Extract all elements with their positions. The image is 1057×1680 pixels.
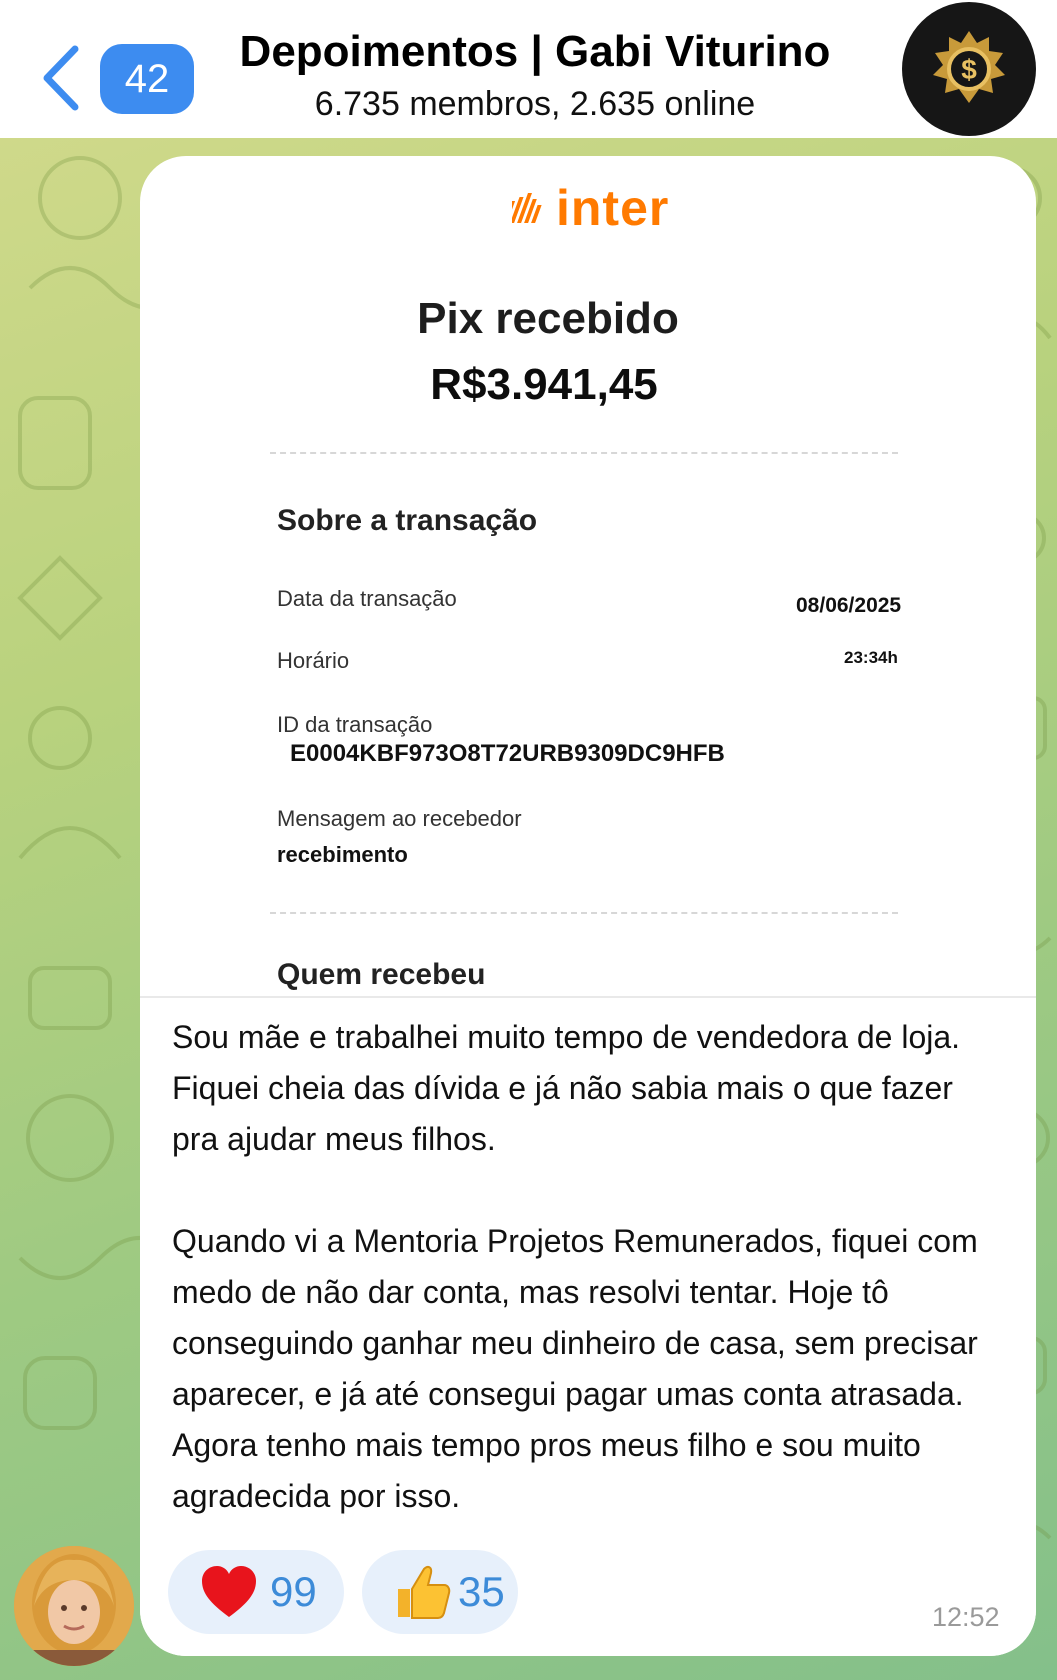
pix-amount: R$3.941,45 xyxy=(430,360,658,409)
time-label: Horário xyxy=(277,648,350,673)
reaction-count: 99 xyxy=(270,1568,317,1615)
thumbs-up-icon xyxy=(398,1565,451,1619)
heart-icon xyxy=(202,1566,256,1617)
back-button[interactable] xyxy=(36,40,86,116)
reaction-count: 35 xyxy=(458,1568,505,1615)
message-bubble[interactable]: inter Pix recebido R$3.941,45 Sobre a tr… xyxy=(140,156,1036,1656)
channel-avatar[interactable]: $ xyxy=(902,2,1036,136)
divider xyxy=(270,452,898,454)
chat-title: Depoimentos | Gabi Viturino xyxy=(239,27,831,76)
date-value: 08/06/2025 xyxy=(796,594,902,617)
svg-text:$: $ xyxy=(961,54,977,85)
time-value: 23:34h xyxy=(844,648,898,667)
transaction-id-label: ID da transação xyxy=(277,712,433,737)
section-title: Sobre a transação xyxy=(277,504,538,537)
message-value: recebimento xyxy=(277,842,408,867)
chat-header: 42 Depoimentos | Gabi Viturino 6.735 mem… xyxy=(0,0,1057,138)
chat-background: inter Pix recebido R$3.941,45 Sobre a tr… xyxy=(0,138,1057,1680)
chevron-left-icon xyxy=(43,45,79,111)
gold-dollar-badge-icon: $ xyxy=(933,31,1005,103)
transaction-id-value: E0004KBF973O8T72URB9309DC9HFB xyxy=(290,740,725,767)
inter-stripes-icon xyxy=(512,193,542,223)
message-time: 12:52 xyxy=(932,1602,1000,1632)
chat-subtitle: 6.735 membros, 2.635 online xyxy=(314,85,756,123)
person-photo-icon xyxy=(14,1546,134,1666)
reaction-thumbs-up[interactable]: 35 xyxy=(362,1550,518,1634)
message-paragraph: Quando vi a Mentoria Projetos Remunerado… xyxy=(172,1223,978,1514)
message-paragraph: Sou mãe e trabalhei muito tempo de vende… xyxy=(172,1019,961,1157)
sender-avatar[interactable] xyxy=(14,1546,134,1666)
reaction-heart[interactable]: 99 xyxy=(168,1550,344,1634)
inter-logo: inter xyxy=(512,180,669,236)
receiver-section-title: Quem recebeu xyxy=(277,958,486,991)
unread-count-badge[interactable]: 42 xyxy=(100,44,194,114)
chat-title-area[interactable]: Depoimentos | Gabi Viturino 6.735 membro… xyxy=(200,24,870,126)
date-label: Data da transação xyxy=(277,586,457,611)
message-label: Mensagem ao recebedor xyxy=(277,806,522,831)
inter-brand-text: inter xyxy=(556,180,670,236)
pix-heading: Pix recebido xyxy=(417,294,679,343)
receipt-image[interactable]: inter Pix recebido R$3.941,45 Sobre a tr… xyxy=(144,160,1032,996)
divider xyxy=(270,912,898,914)
